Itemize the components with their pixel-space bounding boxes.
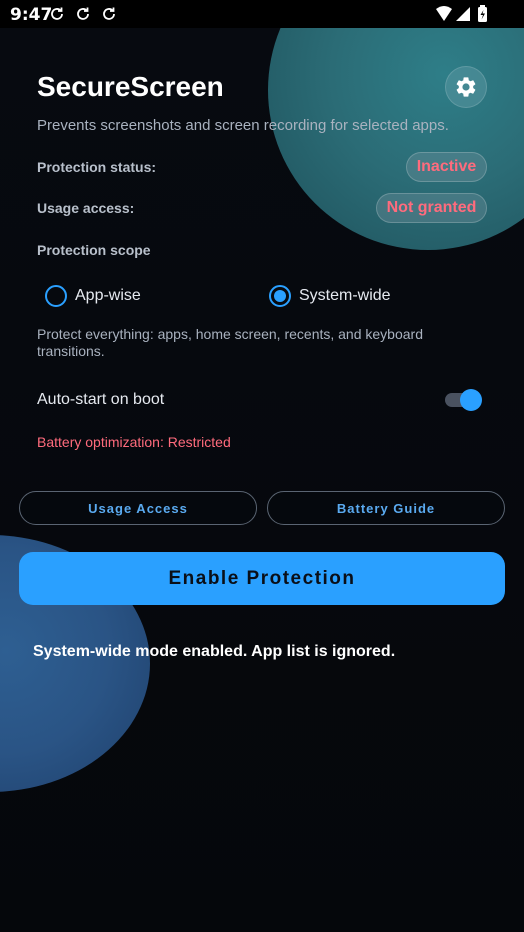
mode-status-message: System-wide mode enabled. App list is ig…: [33, 643, 396, 660]
autostart-toggle[interactable]: [443, 389, 485, 411]
app-screen: 9:47 SecureScreen Prevents screenshots a…: [0, 0, 524, 932]
usage-access-badge: Not granted: [376, 193, 487, 223]
status-indicators: [436, 5, 487, 22]
scope-description: Protect everything: apps, home screen, r…: [37, 326, 423, 359]
protection-scope-label: Protection scope: [37, 242, 151, 258]
radio-selected[interactable]: [269, 285, 291, 307]
scope-option-label: System-wide: [299, 287, 391, 304]
scope-option-system-wide[interactable]: System-wide: [269, 285, 391, 307]
battery-icon: [478, 5, 487, 22]
status-time: 9:47: [10, 5, 53, 25]
battery-optimization-note: Battery optimization: Restricted: [37, 434, 231, 450]
wifi-icon: [436, 6, 452, 21]
sync-icon: [77, 7, 89, 20]
enable-protection-button[interactable]: Enable Protection: [19, 552, 505, 605]
radio-dot: [274, 290, 286, 302]
autostart-label: Auto-start on boot: [37, 391, 165, 408]
signal-icon: [456, 7, 470, 21]
usage-access-label: Usage access:: [37, 200, 135, 216]
sync-icon: [103, 7, 115, 20]
status-bar: 9:47: [0, 0, 524, 28]
protection-status-badge: Inactive: [406, 152, 487, 182]
sync-icon: [51, 7, 63, 20]
page-title: SecureScreen: [37, 71, 224, 102]
page-subtitle: Prevents screenshots and screen recordin…: [37, 117, 449, 134]
scope-option-app-wise[interactable]: App-wise: [45, 285, 141, 307]
main-content: SecureScreen Prevents screenshots and sc…: [0, 0, 524, 932]
usage-access-button[interactable]: Usage Access: [19, 491, 257, 525]
gear-icon: [456, 77, 476, 97]
protection-status-label: Protection status:: [37, 159, 157, 175]
radio-unselected[interactable]: [45, 285, 67, 307]
scope-option-label: App-wise: [75, 287, 141, 304]
toggle-thumb: [460, 389, 482, 411]
settings-button[interactable]: [445, 66, 487, 108]
battery-guide-button[interactable]: Battery Guide: [267, 491, 505, 525]
